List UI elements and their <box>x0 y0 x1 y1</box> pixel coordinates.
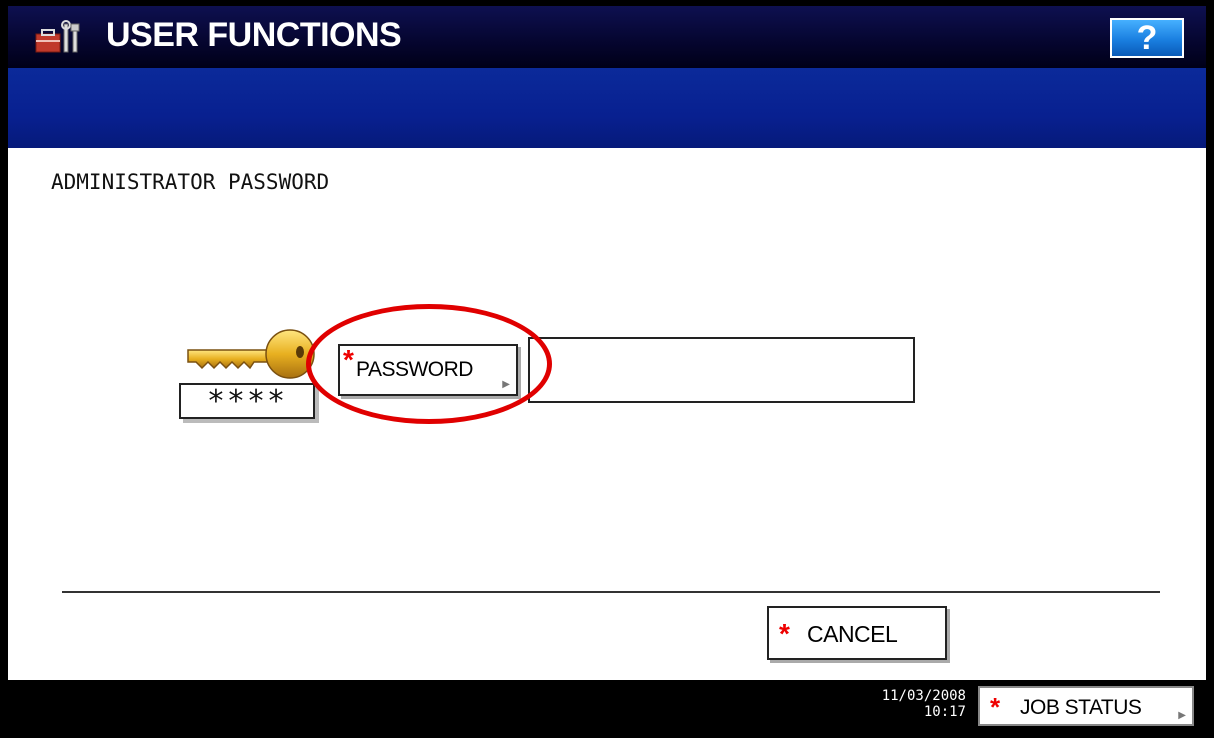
asterisk-icon: * <box>779 618 790 649</box>
title-bar: USER FUNCTIONS ? <box>8 6 1206 68</box>
job-status-label: JOB STATUS <box>1020 696 1142 719</box>
cancel-button-label: CANCEL <box>807 621 898 647</box>
toolbox-icon <box>35 20 80 53</box>
help-button[interactable]: ? <box>1110 18 1184 58</box>
cancel-button[interactable]: * CANCEL <box>767 606 947 660</box>
masked-password-display: **** <box>179 383 315 419</box>
key-icon <box>187 329 315 379</box>
section-title: ADMINISTRATOR PASSWORD <box>51 170 330 194</box>
date: 11/03/2008 <box>881 688 966 704</box>
asterisk-icon: * <box>990 692 1001 722</box>
page-title: USER FUNCTIONS <box>106 16 402 54</box>
screen: USER FUNCTIONS ? ADMINISTRATOR PASSWORD … <box>8 6 1206 732</box>
divider <box>62 591 1160 593</box>
date-time: 11/03/2008 10:17 <box>856 688 966 720</box>
highlight-circle <box>306 304 552 424</box>
time: 10:17 <box>923 704 966 720</box>
status-bar: 11/03/2008 10:17 * JOB STATUS ▶ <box>8 680 1206 732</box>
info-band <box>8 68 1206 148</box>
password-field[interactable] <box>528 337 915 403</box>
job-status-button[interactable]: * JOB STATUS ▶ <box>978 686 1194 726</box>
triangle-icon: ▶ <box>1178 710 1186 721</box>
